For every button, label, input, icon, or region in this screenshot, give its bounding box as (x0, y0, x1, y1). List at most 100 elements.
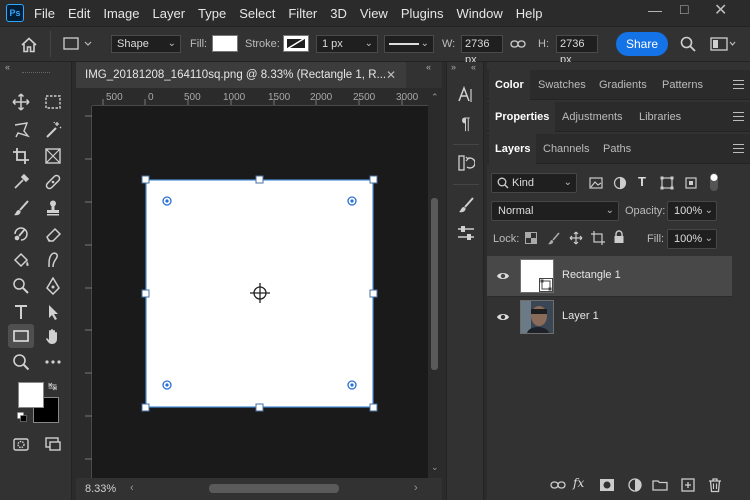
collapse-icon[interactable]: » (451, 62, 456, 72)
panel-menu-icon[interactable] (733, 112, 744, 121)
frame-tool-icon[interactable] (40, 144, 66, 168)
tab-patterns[interactable]: Patterns (662, 70, 703, 100)
history-panel-icon[interactable] (457, 154, 476, 172)
scroll-left-icon[interactable]: ‹ (130, 482, 134, 494)
lock-position-icon[interactable] (569, 231, 583, 248)
fill-opacity-field[interactable]: 100% ⌄ (667, 229, 717, 249)
expand-icon[interactable]: « (426, 62, 431, 72)
dodge-tool-icon[interactable] (8, 274, 34, 298)
delete-layer-icon[interactable] (707, 477, 723, 493)
menu-help[interactable]: Help (516, 6, 543, 21)
brushes-panel-icon[interactable] (457, 196, 475, 214)
menu-window[interactable]: Window (456, 6, 502, 21)
shape-mode-dropdown[interactable]: Shape ⌄ (111, 35, 181, 53)
search-icon[interactable] (680, 36, 696, 55)
scroll-up-icon[interactable]: ⌃ (431, 92, 439, 103)
adjustments-sliders-icon[interactable] (457, 224, 475, 242)
new-adjustment-layer-icon[interactable] (627, 477, 643, 493)
link-layers-icon[interactable] (550, 477, 566, 493)
workspace-icon[interactable] (710, 37, 736, 54)
pen-tool-icon[interactable] (40, 274, 66, 298)
layer-name[interactable]: Rectangle 1 (562, 269, 621, 281)
lock-transparent-pixels-icon[interactable] (525, 232, 537, 247)
home-icon[interactable] (20, 36, 38, 54)
menu-layer[interactable]: Layer (153, 6, 186, 21)
filter-adjustment-layers-icon[interactable] (613, 176, 627, 193)
stroke-width-field[interactable]: 1 px ⌄ (316, 35, 378, 53)
menu-3d[interactable]: 3D (330, 6, 347, 21)
type-tool-icon[interactable] (8, 300, 34, 324)
height-field[interactable]: 2736 px (556, 35, 598, 66)
zoom-level[interactable]: 8.33% (85, 483, 116, 495)
filter-toggle-icon[interactable] (709, 172, 719, 195)
lock-all-icon[interactable] (613, 230, 625, 247)
filter-type-layers-icon[interactable]: T (638, 174, 646, 189)
path-selection-tool-icon[interactable] (40, 300, 66, 324)
width-field[interactable]: 2736 px (461, 35, 503, 66)
tab-swatches[interactable]: Swatches (538, 70, 586, 100)
document-tab[interactable]: IMG_20181208_164110sq.png @ 8.33% (Recta… (76, 62, 406, 88)
menu-type[interactable]: Type (198, 6, 226, 21)
close-window-icon[interactable]: ✕ (714, 0, 727, 20)
character-panel-icon[interactable] (457, 85, 475, 104)
lasso-tool-icon[interactable] (8, 118, 34, 142)
tool-preset-icon[interactable] (63, 37, 93, 54)
new-group-icon[interactable] (652, 477, 668, 493)
lock-image-pixels-icon[interactable] (547, 231, 561, 248)
paint-bucket-tool-icon[interactable] (8, 248, 34, 272)
scroll-down-icon[interactable]: ⌄ (431, 462, 439, 473)
tab-layers[interactable]: Layers (489, 134, 537, 164)
blend-mode-dropdown[interactable]: Normal ⌄ (491, 201, 619, 221)
crop-tool-icon[interactable] (8, 144, 34, 168)
menu-view[interactable]: View (360, 6, 388, 21)
visibility-eye-icon[interactable] (496, 269, 510, 283)
tab-properties[interactable]: Properties (489, 102, 556, 132)
history-brush-tool-icon[interactable] (8, 222, 34, 246)
eyedropper-tool-icon[interactable] (8, 170, 34, 194)
menu-edit[interactable]: Edit (68, 6, 90, 21)
menu-image[interactable]: Image (103, 6, 139, 21)
quick-mask-icon[interactable] (8, 432, 34, 456)
tab-gradients[interactable]: Gradients (599, 70, 647, 100)
canvas-area[interactable] (92, 106, 428, 478)
eraser-tool-icon[interactable] (40, 222, 66, 246)
tab-channels[interactable]: Channels (543, 134, 589, 164)
tab-adjustments[interactable]: Adjustments (562, 102, 623, 132)
share-button[interactable]: Share (616, 32, 668, 56)
more-tools-icon[interactable] (40, 350, 66, 374)
zoom-tool-icon[interactable] (8, 350, 34, 374)
fx-icon[interactable]: fx (573, 476, 589, 492)
opacity-field[interactable]: 100% ⌄ (667, 201, 717, 221)
canvas-document[interactable] (92, 106, 428, 478)
stroke-type-dropdown[interactable]: ⌄ (384, 35, 434, 53)
lock-artboard-icon[interactable] (591, 231, 605, 248)
visibility-eye-icon[interactable] (496, 310, 510, 324)
menu-file[interactable]: File (34, 6, 55, 21)
magic-wand-tool-icon[interactable] (40, 118, 66, 142)
close-icon[interactable]: ✕ (386, 62, 396, 88)
swap-colors-icon[interactable]: ↹ (48, 380, 57, 393)
screen-mode-icon[interactable] (40, 432, 66, 456)
vertical-scroll-thumb[interactable] (431, 198, 438, 370)
vertical-scrollbar[interactable]: ⌃ ⌄ (428, 90, 442, 478)
healing-brush-tool-icon[interactable] (40, 170, 66, 194)
default-colors-icon[interactable] (17, 412, 27, 425)
menu-plugins[interactable]: Plugins (401, 6, 444, 21)
hand-tool-icon[interactable] (40, 324, 66, 348)
smudge-tool-icon[interactable] (40, 248, 66, 272)
rectangle-tool-icon[interactable] (8, 324, 34, 348)
maximize-icon[interactable]: □ (680, 1, 688, 17)
filter-shape-layers-icon[interactable] (660, 176, 674, 193)
horizontal-scroll-thumb[interactable] (209, 484, 339, 493)
filter-smart-objects-icon[interactable] (684, 176, 698, 193)
new-layer-icon[interactable] (680, 477, 696, 493)
paragraph-panel-icon[interactable]: ¶ (457, 114, 475, 133)
scroll-right-icon[interactable]: › (414, 482, 418, 494)
panel-menu-icon[interactable] (733, 144, 744, 153)
clone-stamp-tool-icon[interactable] (40, 196, 66, 220)
brush-tool-icon[interactable] (8, 196, 34, 220)
layer-row-layer-1[interactable]: Layer 1 (487, 296, 732, 336)
add-mask-icon[interactable] (599, 477, 615, 493)
marquee-tool-icon[interactable] (40, 90, 66, 114)
layer-name[interactable]: Layer 1 (562, 310, 599, 322)
